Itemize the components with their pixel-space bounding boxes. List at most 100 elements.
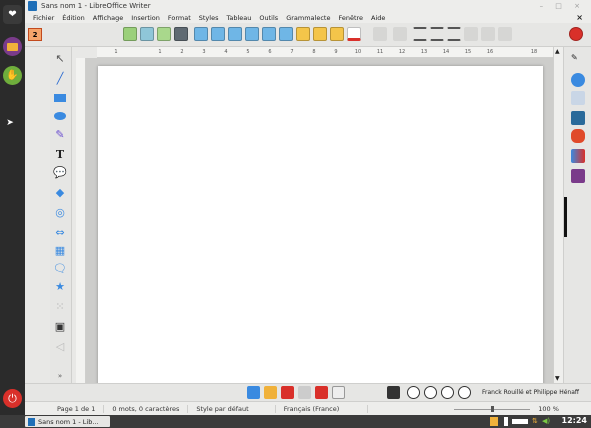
new-document-icon[interactable] <box>123 27 137 41</box>
zoom-slider-knob[interactable] <box>491 405 495 412</box>
menu-insertion[interactable]: Insertion <box>131 14 160 22</box>
zoom-slider[interactable] <box>454 405 531 412</box>
cancel-x-icon[interactable] <box>315 386 328 399</box>
sidebar-collapse-handle[interactable] <box>564 197 567 237</box>
sidebar-navigator-icon[interactable] <box>571 73 585 87</box>
page-number-badge[interactable]: 2 <box>28 28 42 41</box>
vertical-scrollbar[interactable]: ▲ ▼ <box>553 47 563 383</box>
gallery-insert-icon[interactable] <box>264 386 277 399</box>
horizontal-ruler[interactable]: 1 1 2 3 4 5 6 7 8 9 10 11 12 13 14 15 16… <box>97 47 553 58</box>
taskbar-writer-button[interactable]: Sans nom 1 - Lib... <box>25 416 110 427</box>
scroll-up-arrow-icon[interactable]: ▲ <box>555 48 560 55</box>
menu-fichier[interactable]: Fichier <box>33 14 54 22</box>
delete-x-icon[interactable] <box>281 386 294 399</box>
font-size-decrease-icon[interactable] <box>211 27 225 41</box>
tray-icons[interactable]: ⇅ ◀) <box>490 417 550 426</box>
print-icon[interactable] <box>174 27 188 41</box>
more-tools-icon[interactable]: » <box>53 369 67 383</box>
highlight-b-icon[interactable] <box>313 27 327 41</box>
bottom-toolbar: Franck Rouillé et Philippe Hénaff <box>25 383 591 401</box>
ruler-tick <box>501 47 523 58</box>
rectangle-icon[interactable] <box>53 91 67 105</box>
menu-aide[interactable]: Aide <box>371 14 385 22</box>
open-icon[interactable] <box>157 27 171 41</box>
block-arrows-icon[interactable]: ⇔ <box>53 225 67 239</box>
align-right-icon[interactable] <box>447 27 461 41</box>
ruler-tick: 1 <box>158 49 162 55</box>
hand-launcher-icon[interactable]: ✋ <box>3 66 22 85</box>
font-color-icon[interactable] <box>347 27 361 41</box>
stars-icon[interactable]: ★ <box>53 279 67 293</box>
symbol-shapes-icon[interactable]: ◎ <box>53 205 67 219</box>
sidebar-chameleon-icon[interactable] <box>571 129 585 143</box>
tray-network-icon[interactable]: ⇅ <box>532 417 538 425</box>
volume-icon[interactable] <box>298 386 311 399</box>
tools-icon[interactable] <box>332 386 345 399</box>
basic-shapes-icon[interactable]: ◆ <box>53 185 67 199</box>
menu-format[interactable]: Format <box>168 14 191 22</box>
align-center-icon[interactable] <box>430 27 444 41</box>
settings-gear-icon[interactable] <box>387 386 400 399</box>
power-button-icon[interactable]: ⏻ <box>3 389 22 408</box>
menu-grammalecte[interactable]: Grammalecte <box>286 14 330 22</box>
page-count[interactable]: Page 1 de 1 <box>25 404 105 413</box>
sidebar-manage-changes-icon[interactable] <box>571 169 585 183</box>
fontwork-icon[interactable]: ▣ <box>53 319 67 333</box>
tray-bar-icon[interactable] <box>504 417 508 426</box>
extrusion-icon[interactable]: ◁ <box>53 339 67 353</box>
copy-icon[interactable] <box>498 27 512 41</box>
select-arrow-icon[interactable]: ↖ <box>53 51 67 65</box>
menu-outils[interactable]: Outils <box>259 14 278 22</box>
word-count[interactable]: 0 mots, 0 caractères <box>104 404 189 413</box>
close-document-button[interactable]: × <box>576 13 583 22</box>
menu-tableau[interactable]: Tableau <box>226 14 251 22</box>
folder-launcher-icon[interactable] <box>3 37 22 56</box>
menu-fenetre[interactable]: Fenêtre <box>338 14 363 22</box>
taskbar: Sans nom 1 - Lib... ⇅ ◀) 12:24 <box>0 415 591 428</box>
undo-icon[interactable] <box>373 27 387 41</box>
redo-icon[interactable] <box>393 27 407 41</box>
paste-icon[interactable] <box>481 27 495 41</box>
tray-battery-icon[interactable] <box>490 417 498 426</box>
menu-styles[interactable]: Styles <box>199 14 219 22</box>
text-box-icon[interactable]: T <box>53 147 67 161</box>
highlight-c-icon[interactable] <box>330 27 344 41</box>
document-area[interactable] <box>86 58 553 383</box>
cut-icon[interactable] <box>464 27 478 41</box>
zoom-level[interactable]: 100 % <box>538 405 559 413</box>
callouts-shape-icon[interactable]: 🗨 <box>53 261 67 275</box>
font-size-increase-icon[interactable] <box>194 27 208 41</box>
license-version-icon <box>407 386 420 399</box>
sidebar-styles-icon[interactable] <box>571 91 585 105</box>
sidebar-shapes-icon[interactable] <box>571 149 585 163</box>
scroll-down-arrow-icon[interactable]: ▼ <box>555 375 560 382</box>
callout-icon[interactable]: 💬 <box>53 165 67 179</box>
window-controls[interactable]: – □ × <box>540 2 585 10</box>
highlight-a-icon[interactable] <box>296 27 310 41</box>
heart-launcher-icon[interactable]: ❤ <box>3 5 22 24</box>
document-page[interactable] <box>98 66 543 383</box>
tray-volume-icon[interactable]: ◀) <box>542 417 550 425</box>
save-icon[interactable] <box>140 27 154 41</box>
page-style[interactable]: Style par défaut <box>188 404 276 413</box>
points-icon[interactable]: ⁙ <box>53 299 67 313</box>
text-language[interactable]: Français (France) <box>276 404 369 413</box>
text-style-c-icon[interactable] <box>262 27 276 41</box>
menu-affichage[interactable]: Affichage <box>93 14 124 22</box>
text-style-a-icon[interactable] <box>228 27 242 41</box>
tray-display-icon[interactable] <box>512 419 528 424</box>
ellipse-icon[interactable] <box>53 109 67 123</box>
vertical-ruler[interactable] <box>76 58 86 383</box>
image-insert-icon[interactable] <box>247 386 260 399</box>
ruler-tick: 5 <box>246 49 250 55</box>
line-icon[interactable]: ╱ <box>53 71 67 85</box>
flowchart-icon[interactable]: ▦ <box>53 243 67 257</box>
close-red-icon[interactable] <box>569 27 583 41</box>
text-style-d-icon[interactable] <box>279 27 293 41</box>
menu-edition[interactable]: Édition <box>62 14 85 22</box>
text-style-b-icon[interactable] <box>245 27 259 41</box>
sidebar-gallery-icon[interactable] <box>571 111 585 125</box>
sidebar-properties-icon[interactable]: ✎ <box>571 53 585 67</box>
freeform-pen-icon[interactable]: ✎ <box>53 127 67 141</box>
align-left-icon[interactable] <box>413 27 427 41</box>
